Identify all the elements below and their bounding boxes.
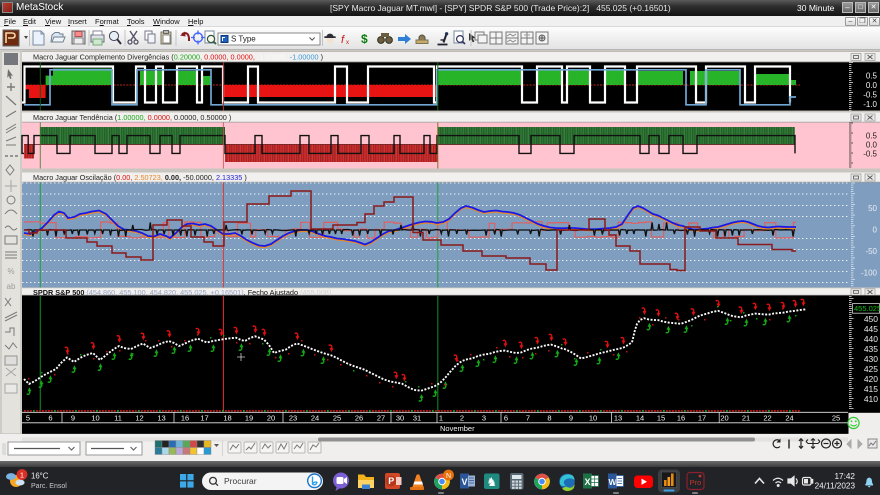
- svg-text:Parc. Ensol: Parc. Ensol: [31, 483, 67, 490]
- svg-text:-50: -50: [865, 247, 877, 256]
- svg-text:N: N: [446, 473, 451, 480]
- svg-text:31: 31: [413, 414, 421, 423]
- svg-text:16: 16: [181, 414, 189, 423]
- svg-text:V: V: [461, 477, 467, 487]
- svg-text:21: 21: [742, 414, 750, 423]
- svg-text:12: 12: [135, 414, 143, 423]
- svg-text:6: 6: [48, 414, 52, 423]
- svg-text:14: 14: [636, 414, 644, 423]
- svg-text:ab: ab: [7, 282, 16, 291]
- svg-text:440: 440: [864, 334, 878, 344]
- svg-text:x: x: [346, 40, 349, 46]
- svg-text:Procurar: Procurar: [224, 476, 257, 486]
- svg-text:430: 430: [864, 354, 878, 364]
- svg-text:f: f: [341, 34, 345, 46]
- svg-text:11: 11: [114, 414, 122, 423]
- svg-text:$: $: [361, 32, 368, 46]
- svg-text:-1.0: -1.0: [863, 100, 877, 109]
- svg-text:23: 23: [289, 414, 297, 423]
- svg-text:13: 13: [157, 414, 165, 423]
- svg-text:7: 7: [526, 414, 530, 423]
- svg-text:445: 445: [864, 324, 878, 334]
- svg-text:17:42: 17:42: [835, 472, 856, 481]
- svg-text:25: 25: [333, 414, 341, 423]
- svg-text:0.5: 0.5: [866, 71, 878, 80]
- svg-text:0: 0: [873, 226, 878, 235]
- svg-text:5: 5: [26, 414, 30, 423]
- svg-text:November: November: [440, 424, 475, 433]
- svg-text:17: 17: [698, 414, 706, 423]
- svg-text:0.0: 0.0: [866, 81, 878, 90]
- svg-text:1: 1: [439, 414, 443, 423]
- svg-text:Macro Jaguar Tendência (1.0000: Macro Jaguar Tendência (1.00000, 0.0000,…: [33, 113, 231, 122]
- svg-text:25: 25: [832, 414, 840, 423]
- svg-text:10: 10: [91, 414, 99, 423]
- svg-text:6: 6: [504, 414, 508, 423]
- svg-text:-100: -100: [861, 269, 878, 278]
- svg-text:X: X: [584, 477, 590, 487]
- svg-text:%: %: [7, 267, 14, 276]
- svg-text:8: 8: [547, 414, 551, 423]
- svg-text:435: 435: [864, 344, 878, 354]
- svg-text:30: 30: [396, 414, 404, 423]
- svg-text:16: 16: [677, 414, 685, 423]
- svg-text:410: 410: [864, 394, 878, 404]
- svg-text:9: 9: [569, 414, 573, 423]
- svg-text:22: 22: [763, 414, 771, 423]
- svg-text:19: 19: [245, 414, 253, 423]
- svg-text:450: 450: [864, 314, 878, 324]
- svg-text:13: 13: [614, 414, 622, 423]
- svg-text:Macro Jaguar Oscilação (0.00,: Macro Jaguar Oscilação (0.00, 2.50723, 0…: [33, 173, 247, 182]
- svg-text:-0.5: -0.5: [863, 149, 877, 158]
- svg-text:20: 20: [720, 414, 728, 423]
- svg-text:2: 2: [460, 414, 464, 423]
- svg-text:24/11/2023: 24/11/2023: [815, 482, 856, 491]
- svg-text:15: 15: [657, 414, 665, 423]
- svg-text:0.5: 0.5: [866, 132, 878, 141]
- svg-text:9: 9: [71, 414, 75, 423]
- svg-text:455.0250: 455.0250: [854, 304, 880, 313]
- svg-text:1: 1: [20, 470, 24, 479]
- svg-text:16°C: 16°C: [31, 472, 49, 481]
- svg-text:425: 425: [864, 364, 878, 374]
- svg-text:3: 3: [482, 414, 486, 423]
- svg-text:♞: ♞: [486, 475, 497, 489]
- svg-text:24: 24: [311, 414, 319, 423]
- svg-text:10: 10: [589, 414, 597, 423]
- svg-text:P: P: [388, 476, 394, 486]
- svg-text:-0.5: -0.5: [863, 90, 877, 99]
- svg-text:S Type: S Type: [231, 35, 256, 44]
- svg-text:26: 26: [355, 414, 363, 423]
- svg-text:24: 24: [785, 414, 793, 423]
- svg-text:27: 27: [377, 414, 385, 423]
- svg-text:Macro Jaguar Complemento Diver: Macro Jaguar Complemento Divergências (0…: [33, 53, 323, 62]
- svg-text:18: 18: [223, 414, 231, 423]
- svg-text:0.0: 0.0: [866, 141, 878, 150]
- svg-text:415: 415: [864, 384, 878, 394]
- svg-text:20: 20: [267, 414, 275, 423]
- svg-text:420: 420: [864, 374, 878, 384]
- svg-text:Pro: Pro: [690, 478, 702, 487]
- svg-text:17: 17: [200, 414, 208, 423]
- svg-text:50: 50: [868, 204, 877, 213]
